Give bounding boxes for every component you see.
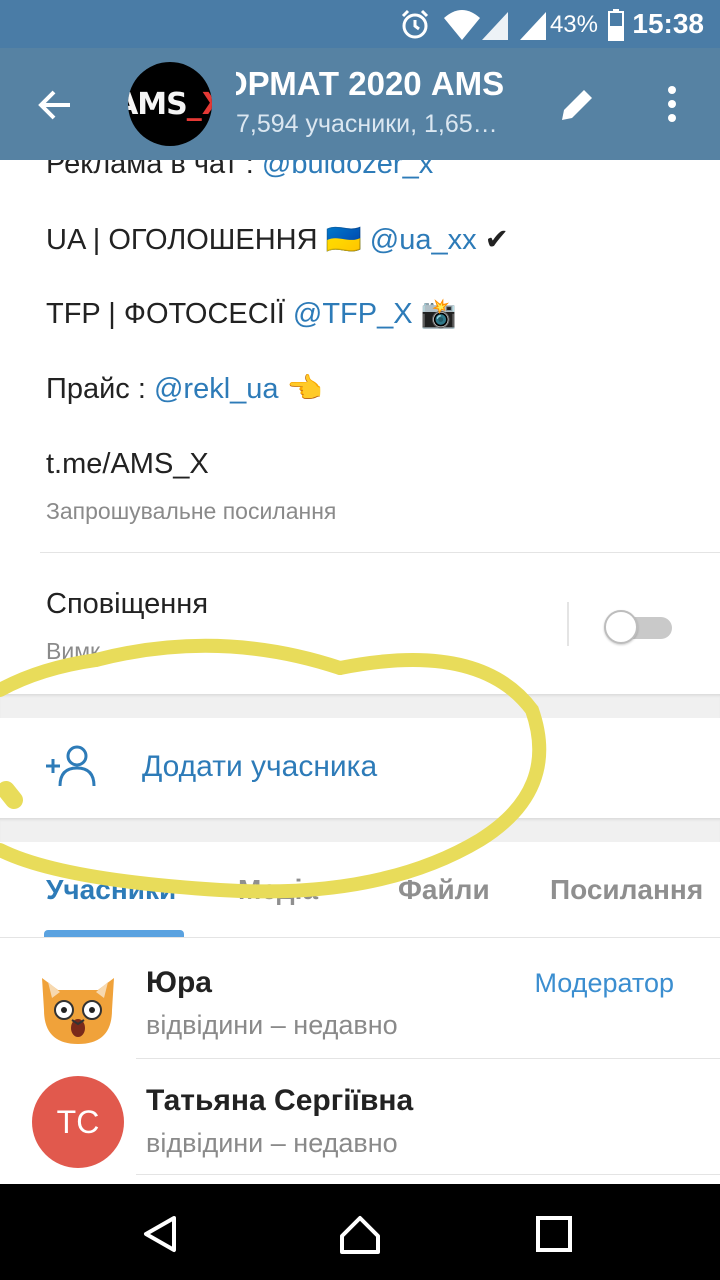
chat-subtitle: 7,594 учасники, 1,65… [236, 110, 498, 138]
tab-members[interactable]: Учасники [46, 874, 176, 906]
recents-icon[interactable] [532, 1212, 576, 1256]
navigation-bar [0, 1184, 720, 1280]
divider [136, 1174, 720, 1175]
member-avatar-initials: ТС [32, 1076, 124, 1168]
tab-media[interactable]: Медіа [238, 874, 318, 906]
divider [136, 1058, 720, 1059]
chat-title: ОРМАТ 2020 AMS [236, 65, 505, 102]
price-text: Прайс : [46, 373, 154, 405]
status-bar: 43% 15:38 [0, 0, 720, 48]
invite-link[interactable]: t.me/AMS_X [46, 448, 209, 481]
toggle-separator [567, 602, 569, 646]
clock: 15:38 [632, 8, 704, 39]
member-role-badge: Модератор [534, 968, 674, 998]
camera-emoji: 📸 [412, 298, 457, 330]
member-row[interactable]: ТС Татьяна Сергіївна відвідини – недавно [0, 1060, 720, 1178]
member-name: Юра [146, 966, 212, 999]
price-line: Прайс : @rekl_ua 👈 [46, 372, 323, 406]
add-member-label: Додати учасника [142, 750, 378, 783]
notifications-value: Вимк [46, 638, 101, 664]
battery-percent: 43% [549, 11, 598, 38]
pencil-icon[interactable] [556, 82, 600, 126]
member-status: відвідини – недавно [146, 1010, 398, 1040]
back-arrow-icon[interactable] [30, 80, 80, 130]
member-row[interactable]: Юра відвідини – недавно Модератор [0, 942, 720, 1060]
tfp-text: TFP | ФОТОСЕСІЇ [46, 298, 293, 330]
signal-icon [482, 12, 508, 40]
invite-link-hint: Запрошувальне посилання [46, 498, 337, 524]
notifications-toggle[interactable] [604, 610, 672, 644]
cat-avatar [42, 978, 114, 1044]
ua-text: UA | ОГОЛОШЕННЯ 🇺🇦 [46, 224, 370, 256]
tfp-link[interactable]: @TFP_X [293, 298, 413, 330]
home-icon[interactable] [338, 1212, 382, 1256]
add-person-icon [46, 745, 96, 787]
wifi-icon [444, 10, 480, 40]
more-vert-icon[interactable] [656, 82, 688, 126]
tab-links[interactable]: Посилання [550, 874, 703, 906]
battery-icon [608, 9, 624, 41]
price-link[interactable]: @rekl_ua [154, 373, 279, 405]
ua-link[interactable]: @ua_xx [370, 224, 477, 256]
check-mark: ✔ [476, 224, 509, 256]
back-triangle-icon[interactable] [138, 1212, 182, 1256]
divider [40, 552, 720, 553]
section-gap [0, 818, 720, 842]
notifications-label: Сповіщення [46, 588, 209, 620]
member-name: Татьяна Сергіївна [146, 1084, 414, 1117]
toggle-thumb [604, 610, 638, 644]
divider [0, 937, 720, 938]
pointing-emoji: 👈 [278, 373, 323, 405]
tab-files[interactable]: Файли [398, 874, 490, 906]
tfp-line: TFP | ФОТОСЕСІЇ @TFP_X 📸 [46, 297, 457, 331]
avatar-logo-text: AMS [128, 86, 188, 122]
ua-line: UA | ОГОЛОШЕННЯ 🇺🇦 @ua_xx ✔ [46, 222, 509, 257]
chat-title-block[interactable]: ОРМАТ 2020 AMS 7,594 учасники, 1,65… [236, 62, 528, 142]
members-tabs: Учасники Медіа Файли Посилання [0, 842, 720, 938]
add-member-button[interactable]: Додати учасника [0, 718, 720, 818]
section-gap [0, 694, 720, 718]
chat-avatar[interactable]: AMS_X [128, 62, 212, 146]
signal-icon [520, 12, 546, 40]
alarm-icon [401, 9, 429, 39]
avatar-logo-text-x: _X [186, 86, 212, 122]
toolbar: AMS_X ОРМАТ 2020 AMS 7,594 учасники, 1,6… [0, 48, 720, 160]
member-status: відвідини – недавно [146, 1128, 398, 1158]
